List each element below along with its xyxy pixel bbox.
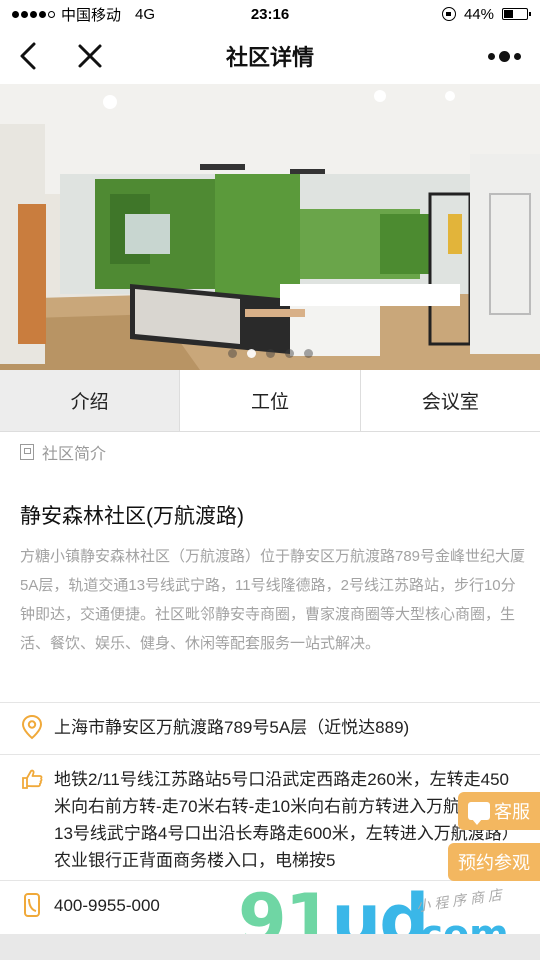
office-photo xyxy=(0,84,540,370)
tab-bar: 介绍 工位 会议室 xyxy=(0,370,540,432)
back-button[interactable] xyxy=(14,40,46,72)
hand-pointing-icon xyxy=(20,766,44,792)
building-icon xyxy=(20,444,34,460)
close-icon xyxy=(78,44,102,68)
book-visit-label: 预约参观 xyxy=(458,853,530,873)
network-type: 4G xyxy=(135,5,156,23)
more-button[interactable] xyxy=(484,40,524,72)
customer-service-button[interactable]: 客服 xyxy=(458,792,540,830)
tab-intro[interactable]: 介绍 xyxy=(0,370,181,431)
dot xyxy=(513,52,521,60)
customer-service-label: 客服 xyxy=(494,802,530,822)
page-title: 社区详情 xyxy=(225,45,314,70)
section-label: 社区简介 xyxy=(42,446,107,463)
orientation-lock-icon xyxy=(441,7,456,21)
battery-fill xyxy=(504,10,513,18)
address-row[interactable]: 上海市静安区万航渡路789号5A层（近悦达889) xyxy=(20,714,530,741)
carousel-dot[interactable] xyxy=(265,349,275,358)
chevron-left-icon xyxy=(20,42,36,70)
tab-meeting-room[interactable]: 会议室 xyxy=(360,370,540,431)
tab-workstation[interactable]: 工位 xyxy=(180,370,361,431)
battery-icon xyxy=(502,8,531,20)
section-header: 社区简介 xyxy=(20,440,106,464)
phone-icon xyxy=(20,892,44,918)
carousel-dot[interactable] xyxy=(227,349,237,358)
carousel-dots[interactable] xyxy=(0,349,540,358)
dot xyxy=(498,50,510,62)
divider xyxy=(0,754,540,755)
address-text: 上海市静安区万航渡路789号5A层（近悦达889) xyxy=(54,718,410,737)
carousel-dot[interactable] xyxy=(284,349,294,358)
bottom-bar xyxy=(0,934,540,960)
community-name: 静安森林社区(万航渡路) xyxy=(20,505,244,528)
phone-number: 400-9955-000 xyxy=(54,896,160,915)
battery-percent: 44% xyxy=(463,5,494,23)
carousel-dot[interactable] xyxy=(303,349,313,358)
status-right: 44% xyxy=(441,5,531,23)
nav-bar: 社区详情 xyxy=(0,28,540,84)
community-description: 方糖小镇静安森林社区（万航渡路）位于静安区万航渡路789号金峰世纪大厦5A层，轨… xyxy=(20,548,526,652)
directions-row: 地铁2/11号线江苏路站5号口沿武定西路走260米，左转走450米向右前方转-走… xyxy=(20,766,520,874)
location-pin-icon xyxy=(20,714,44,740)
banner-carousel[interactable] xyxy=(0,84,540,370)
status-bar: 中国移动 4G 23:16 44% xyxy=(0,0,540,28)
chat-bubble-icon xyxy=(468,802,490,825)
divider xyxy=(0,702,540,703)
dot xyxy=(487,52,495,60)
carrier-name: 中国移动 xyxy=(61,6,122,24)
signal-strength-icon xyxy=(12,10,55,18)
book-visit-button[interactable]: 预约参观 xyxy=(448,843,540,881)
close-button[interactable] xyxy=(74,40,106,72)
carousel-dot[interactable] xyxy=(246,349,256,358)
